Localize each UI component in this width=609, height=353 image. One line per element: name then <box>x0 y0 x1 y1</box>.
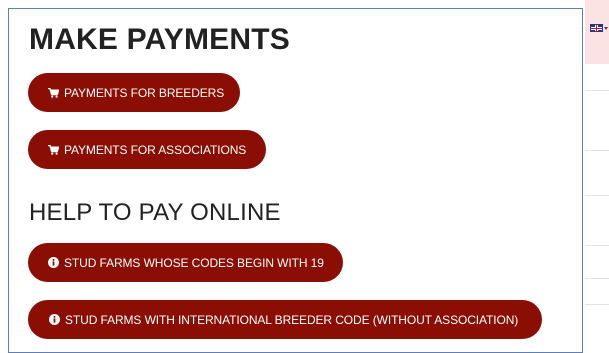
payments-for-associations-button[interactable]: PAYMENTS FOR ASSOCIATIONS <box>28 130 266 169</box>
background-divider <box>585 245 609 246</box>
info-icon <box>48 314 60 326</box>
cart-icon <box>48 144 59 156</box>
button-label: STUD FARMS WHOSE CODES BEGIN WITH 19 <box>64 255 324 270</box>
info-icon <box>48 257 59 269</box>
uk-flag-icon[interactable] <box>590 24 603 32</box>
background-divider <box>585 150 609 151</box>
payments-for-breeders-button[interactable]: PAYMENTS FOR BREEDERS <box>28 73 240 112</box>
make-payments-dialog: MAKE PAYMENTS PAYMENTS FOR BREEDERS PAYM… <box>8 8 583 353</box>
cart-icon <box>48 87 59 99</box>
page-title: MAKE PAYMENTS <box>29 23 290 56</box>
button-label: PAYMENTS FOR BREEDERS <box>64 85 225 100</box>
background-divider <box>585 304 609 305</box>
background-divider <box>585 90 609 91</box>
chevron-down-icon[interactable] <box>604 27 608 30</box>
button-label: STUD FARMS WITH INTERNATIONAL BREEDER CO… <box>65 312 519 327</box>
button-label: PAYMENTS FOR ASSOCIATIONS <box>64 142 247 157</box>
international-breeder-code-button[interactable]: STUD FARMS WITH INTERNATIONAL BREEDER CO… <box>28 300 542 339</box>
codes-begin-with-19-button[interactable]: STUD FARMS WHOSE CODES BEGIN WITH 19 <box>28 243 343 282</box>
background-divider <box>585 278 609 279</box>
help-section-title: HELP TO PAY ONLINE <box>29 199 281 226</box>
background-banner <box>585 0 609 64</box>
background-divider <box>585 195 609 196</box>
